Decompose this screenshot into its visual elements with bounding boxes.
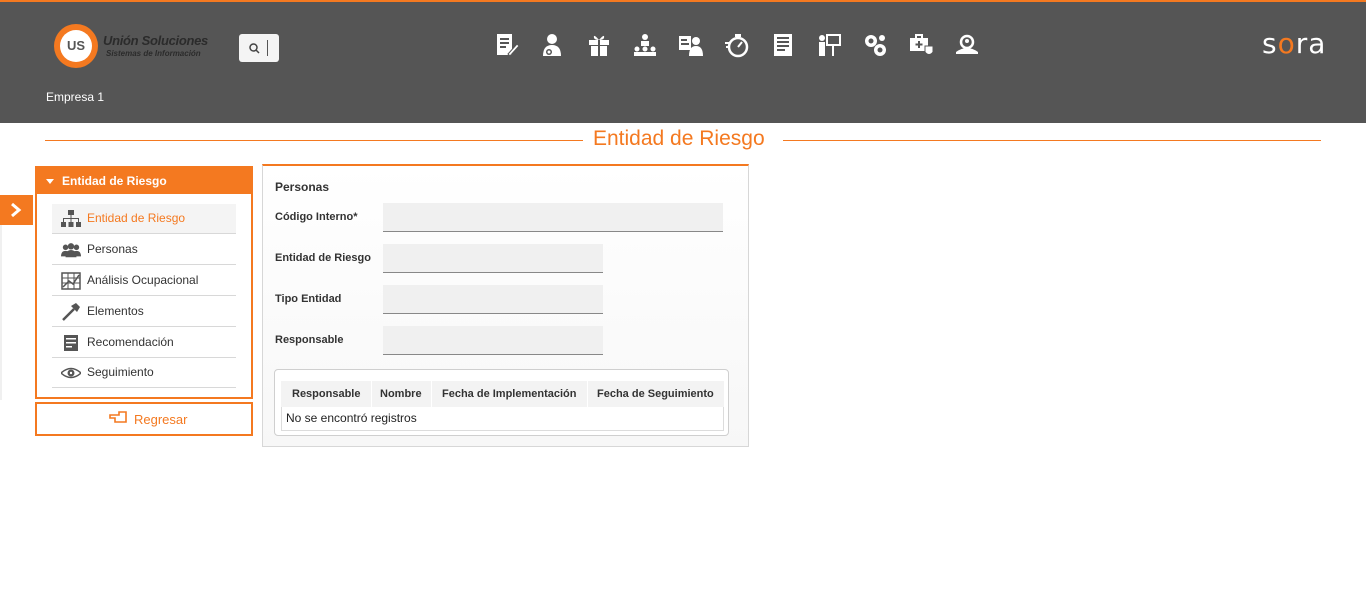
column-divider [587, 381, 588, 407]
chevron-right-icon [11, 202, 22, 218]
back-button-label: Regresar [134, 412, 188, 427]
hierarchy-icon [61, 210, 81, 227]
logo-mark: US [60, 30, 92, 62]
column-header-responsable[interactable]: Responsable [292, 388, 360, 400]
column-header-fecha-implementacion[interactable]: Fecha de Implementación [442, 388, 576, 400]
top-header: US Unión Soluciones Sistemas de Informac… [0, 0, 1366, 123]
people-icon [61, 243, 81, 258]
logo-subtitle: Sistemas de Información [106, 49, 201, 58]
sidebar-item-label: Análisis Ocupacional [87, 273, 199, 287]
sidebar-item-analisis-ocupacional[interactable]: Análisis Ocupacional [52, 266, 236, 296]
note-icon [64, 335, 78, 351]
section-title: Personas [275, 180, 330, 194]
entidad-label: Entidad de Riesgo [275, 252, 371, 264]
stopwatch-icon[interactable] [724, 32, 750, 58]
hand-back-icon [109, 411, 127, 423]
medical-case-icon[interactable] [908, 32, 934, 58]
codigo-label: Código Interno* [275, 211, 358, 223]
logo-title: Unión Soluciones [103, 33, 208, 48]
responsable-field[interactable] [383, 326, 603, 355]
chart-grid-icon [61, 272, 81, 290]
title-rule-right [783, 140, 1321, 141]
back-button[interactable]: Regresar [35, 402, 253, 436]
user-settings-icon[interactable] [540, 32, 566, 58]
sidebar-item-entidad-de-riesgo[interactable]: Entidad de Riesgo [52, 204, 236, 234]
column-divider [431, 381, 432, 407]
caret-down-icon [46, 179, 54, 184]
gift-icon[interactable] [586, 32, 612, 58]
grid-header: Responsable Nombre Fecha de Implementaci… [281, 381, 724, 407]
presentation-icon[interactable] [816, 32, 842, 58]
sidebar-item-label: Seguimiento [87, 365, 154, 379]
sidebar-item-label: Personas [87, 242, 138, 256]
title-rule-left [45, 140, 583, 141]
logo-circle: US [54, 24, 98, 68]
search-button[interactable] [239, 34, 279, 62]
brand-logo: sora [1262, 27, 1327, 60]
gears-icon[interactable] [862, 32, 888, 58]
personas-grid: Responsable Nombre Fecha de Implementaci… [274, 369, 729, 436]
sidebar-item-elementos[interactable]: Elementos [52, 297, 236, 327]
sidebar-menu: Entidad de Riesgo Entidad de Riesgo Pers… [35, 166, 253, 399]
codigo-interno-field[interactable] [383, 203, 723, 232]
user-id-icon[interactable] [678, 32, 704, 58]
search-user-icon[interactable] [954, 32, 980, 58]
sidebar-item-label: Elementos [87, 304, 144, 318]
company-logo[interactable]: US Unión Soluciones Sistemas de Informac… [54, 24, 224, 68]
sidebar-toggle-button[interactable] [0, 195, 33, 225]
page-title: Entidad de Riesgo [593, 127, 765, 150]
report-icon[interactable] [770, 32, 796, 58]
hammer-icon [62, 303, 80, 321]
search-icon [249, 43, 260, 54]
company-name: Empresa 1 [46, 90, 105, 104]
edit-document-icon[interactable] [494, 32, 520, 58]
form-panel: Personas Código Interno* Entidad de Ries… [262, 164, 749, 447]
sidebar-item-label: Recomendación [87, 335, 174, 349]
column-header-nombre[interactable]: Nombre [380, 388, 422, 400]
responsable-label: Responsable [275, 334, 344, 346]
sidebar-edge [0, 225, 2, 400]
eye-icon [61, 367, 81, 379]
empty-message: No se encontró registros [286, 411, 417, 425]
sidebar-item-personas[interactable]: Personas [52, 235, 236, 265]
sidebar-heading[interactable]: Entidad de Riesgo [37, 168, 251, 194]
column-header-fecha-seguimiento[interactable]: Fecha de Seguimiento [597, 388, 714, 400]
hierarchy-icon[interactable] [632, 32, 658, 58]
tipo-label: Tipo Entidad [275, 293, 342, 305]
entidad-de-riesgo-field[interactable] [383, 244, 603, 273]
tipo-entidad-field[interactable] [383, 285, 603, 314]
search-divider [267, 40, 268, 56]
grid-empty-row: No se encontró registros [281, 407, 724, 431]
sidebar-item-label: Entidad de Riesgo [87, 211, 186, 225]
column-divider [371, 381, 372, 407]
sidebar-item-seguimiento[interactable]: Seguimiento [52, 358, 236, 388]
sidebar-heading-label: Entidad de Riesgo [62, 174, 167, 188]
sidebar-item-recomendacion[interactable]: Recomendación [52, 328, 236, 358]
